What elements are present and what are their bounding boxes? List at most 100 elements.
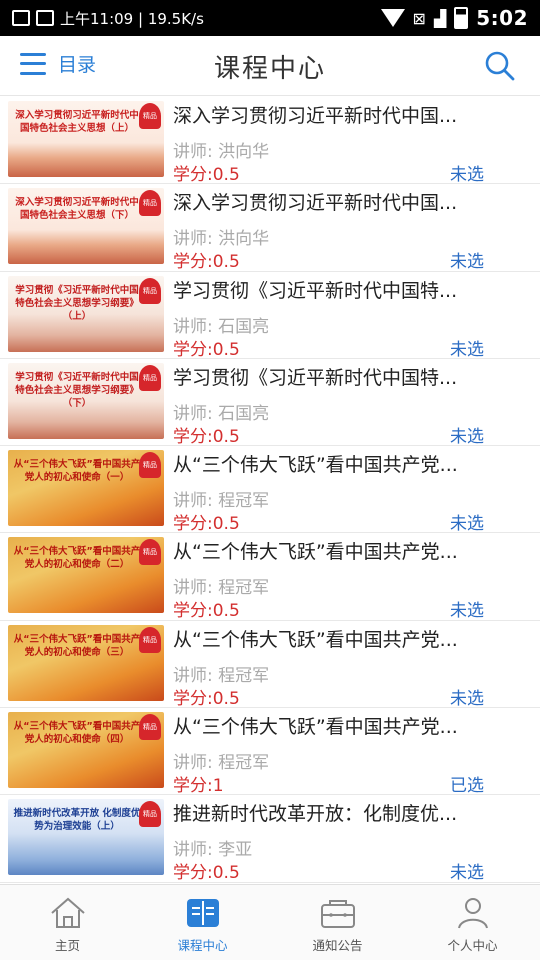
nav-profile-label: 个人中心 [447,938,498,953]
course-list-item[interactable]: 推进新时代改革开放 化制度优势为治理效能（上） 精品 推进新时代改革开放：化制度优.… [0,795,540,883]
nav-notices-label: 通知公告 [312,938,363,953]
notice-icon [320,900,355,928]
course-thumbnail-caption: 从“三个伟大飞跃”看中国共产党人的初心和使命（二） [13,546,141,571]
premium-badge-icon: 精品 [139,277,161,304]
course-thumbnail[interactable]: 学习贯彻《习近平新时代中国特色社会主义思想学习纲要》（上） 精品 [8,275,164,352]
premium-badge-icon: 精品 [139,714,161,741]
course-credit: 学分:0.5 [173,601,240,622]
status-right: ⊠ ▟ 5:02 [380,6,528,30]
course-teacher: 讲师: 洪向华 [173,142,270,162]
home-icon [50,897,85,928]
course-select-status[interactable]: 未选 [450,160,484,185]
course-thumbnail[interactable]: 推进新时代改革开放 化制度优势为治理效能（上） 精品 [8,799,164,876]
course-thumbnail[interactable]: 学习贯彻《习近平新时代中国特色社会主义思想学习纲要》（下） 精品 [8,362,164,439]
course-list-item[interactable]: 从“三个伟大飞跃”看中国共产党人的初心和使命（三） 精品 从“三个伟大飞跃”看中国共… [0,620,540,709]
course-credit: 学分:0.5 [173,863,240,883]
course-teacher: 讲师: 石国亮 [173,403,270,424]
course-thumbnail-caption: 深入学习贯彻习近平新时代中国特色社会主义思想（下） [15,197,139,222]
course-thumbnail[interactable]: 从“三个伟大飞跃”看中国共产党人的初心和使命（一） 精品 [8,450,164,527]
battery-icon [454,7,469,29]
signal-icon: ▟ [433,8,447,28]
page-title: 课程中心 [213,54,326,84]
course-teacher: 讲师: 程冠军 [173,753,270,774]
course-thumbnail[interactable]: 从“三个伟大飞跃”看中国共产党人的初心和使命（二） 精品 [8,537,164,614]
nav-home[interactable]: 主页 [0,885,135,960]
premium-badge-icon: 精品 [139,452,161,479]
course-teacher: 讲师: 石国亮 [173,316,270,337]
course-credit: 学分:0.5 [173,514,240,535]
search-button[interactable] [484,50,516,82]
course-list-item[interactable]: 学习贯彻《习近平新时代中国特色社会主义思想学习纲要》（上） 精品 学习贯彻《习近平新… [0,271,540,360]
course-thumbnail[interactable]: 从“三个伟大飞跃”看中国共产党人的初心和使命（四） 精品 [8,712,164,789]
network-speed: 上午11:09 | 19.5K/s [60,9,204,28]
course-thumbnail[interactable]: 从“三个伟大飞跃”看中国共产党人的初心和使命（三） 精品 [8,624,164,701]
bottom-nav: 主页 课程中心 通知公告 个人中心 [0,884,540,960]
search-icon [485,51,515,81]
clock: 5:02 [476,6,528,30]
course-credit: 学分:0.5 [173,339,240,360]
course-list-item[interactable]: 从“三个伟大飞跃”看中国共产党人的初心和使命（四） 精品 从“三个伟大飞跃”看中国共… [0,708,540,797]
course-thumbnail-caption: 学习贯彻《习近平新时代中国特色社会主义思想学习纲要》（下） [15,371,139,409]
course-teacher: 讲师: 李亚 [173,840,253,861]
course-title[interactable]: 推进新时代改革开放：化制度优... [173,799,528,826]
course-thumbnail-caption: 从“三个伟大飞跃”看中国共产党人的初心和使命（四） [13,721,141,746]
course-list-item[interactable]: 从“三个伟大飞跃”看中国共产党人的初心和使命（二） 精品 从“三个伟大飞跃”看中国共… [0,533,540,622]
nav-home-label: 主页 [54,938,80,953]
premium-badge-icon: 精品 [139,190,161,217]
course-title[interactable]: 学习贯彻《习近平新时代中国特... [173,276,528,303]
course-title[interactable]: 深入学习贯彻习近平新时代中国... [173,188,528,215]
course-teacher: 讲师: 程冠军 [173,578,270,599]
course-thumbnail-caption: 从“三个伟大飞跃”看中国共产党人的初心和使命（三） [13,633,141,658]
course-thumbnail[interactable]: 深入学习贯彻习近平新时代中国特色社会主义思想（上） 精品 [8,101,164,177]
course-list-item[interactable]: 深入学习贯彻习近平新时代中国特色社会主义思想（上） 精品 深入学习贯彻习近平新时代中… [0,97,540,185]
course-select-status[interactable]: 未选 [450,335,484,360]
wifi-icon [380,9,405,27]
course-select-status[interactable]: 未选 [450,422,484,447]
status-bar: 上午11:09 | 19.5K/s ⊠ ▟ 5:02 [0,0,540,36]
premium-badge-icon: 精品 [139,364,161,391]
course-title[interactable]: 深入学习贯彻习近平新时代中国... [173,101,528,128]
user-icon [457,898,488,929]
premium-badge-icon: 精品 [139,539,161,566]
course-select-status[interactable]: 未选 [450,247,484,272]
course-credit: 学分:0.5 [173,426,240,447]
image-notification-icon [12,10,30,26]
nav-course-center[interactable]: 课程中心 [135,885,270,960]
course-select-status[interactable]: 未选 [450,684,484,709]
course-thumbnail-caption: 推进新时代改革开放 化制度优势为治理效能（上） [13,808,141,833]
course-select-status[interactable]: 未选 [450,509,484,534]
course-credit: 学分:0.5 [173,165,240,185]
course-title[interactable]: 从“三个伟大飞跃”看中国共产党... [173,625,528,652]
app-notification-icon [36,10,54,26]
course-list-item[interactable]: 深入学习贯彻习近平新时代中国特色社会主义思想（下） 精品 深入学习贯彻习近平新时代中… [0,184,540,273]
course-credit: 学分:0.5 [173,688,240,709]
course-thumbnail[interactable]: 深入学习贯彻习近平新时代中国特色社会主义思想（下） 精品 [8,188,164,265]
course-list-item[interactable]: 从“三个伟大飞跃”看中国共产党人的初心和使命（一） 精品 从“三个伟大飞跃”看中国共… [0,446,540,535]
course-title[interactable]: 从“三个伟大飞跃”看中国共产党... [173,712,528,739]
course-teacher: 讲师: 程冠军 [173,665,270,686]
course-title[interactable]: 从“三个伟大飞跃”看中国共产党... [173,450,528,477]
course-teacher: 讲师: 洪向华 [173,229,270,250]
status-left: 上午11:09 | 19.5K/s [12,8,204,29]
course-list: 深入学习贯彻习近平新时代中国特色社会主义思想（上） 精品 深入学习贯彻习近平新时代中… [0,97,540,883]
course-select-status[interactable]: 未选 [450,858,484,883]
premium-badge-icon: 精品 [139,626,161,653]
course-credit: 学分:1 [173,776,224,797]
course-credit: 学分:0.5 [173,252,240,273]
app-header: 目录 课程中心 [0,36,540,96]
course-thumbnail-caption: 从“三个伟大飞跃”看中国共产党人的初心和使命（一） [13,459,141,484]
course-thumbnail-caption: 学习贯彻《习近平新时代中国特色社会主义思想学习纲要》（上） [15,284,139,322]
book-icon [186,899,219,927]
premium-badge-icon: 精品 [139,103,161,129]
nav-course-center-label: 课程中心 [177,938,228,953]
course-list-item[interactable]: 学习贯彻《习近平新时代中国特色社会主义思想学习纲要》（下） 精品 学习贯彻《习近平新… [0,358,540,447]
course-title[interactable]: 学习贯彻《习近平新时代中国特... [173,363,528,390]
course-title[interactable]: 从“三个伟大飞跃”看中国共产党... [173,537,528,564]
course-select-status[interactable]: 已选 [450,771,484,796]
course-select-status[interactable]: 未选 [450,596,484,621]
premium-badge-icon: 精品 [139,801,161,828]
nav-profile[interactable]: 个人中心 [405,885,540,960]
nav-notices[interactable]: 通知公告 [270,885,405,960]
course-thumbnail-caption: 深入学习贯彻习近平新时代中国特色社会主义思想（上） [15,110,139,134]
course-teacher: 讲师: 程冠军 [173,491,270,512]
